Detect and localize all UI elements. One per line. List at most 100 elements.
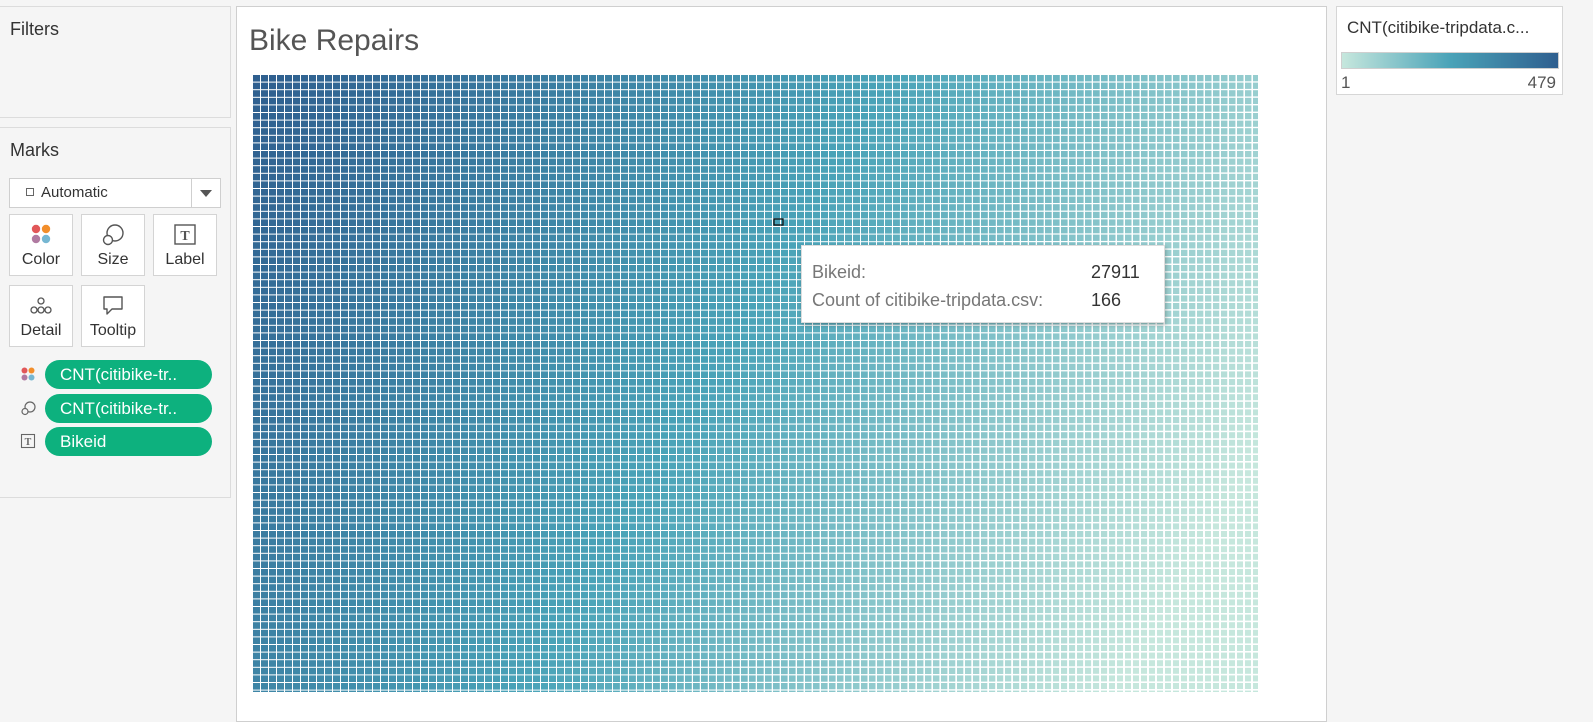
treemap-mark [1005, 333, 1012, 340]
treemap-mark [429, 280, 436, 287]
treemap-mark [1205, 333, 1212, 340]
treemap-mark [1149, 333, 1156, 340]
treemap-mark [1229, 249, 1236, 256]
treemap-mark [549, 151, 556, 158]
treemap-mark [949, 325, 956, 333]
treemap-mark [1213, 303, 1220, 310]
treemap-mark [589, 280, 596, 287]
treemap-mark [725, 82, 732, 90]
treemap-mark [1149, 128, 1156, 135]
treemap-mark [1165, 97, 1172, 105]
treemap-mark [789, 265, 796, 272]
size-field-pill[interactable]: CNT(citibike-tr.. [45, 394, 212, 423]
treemap-mark [325, 219, 332, 226]
treemap-mark [525, 128, 532, 135]
treemap-mark [429, 211, 436, 219]
treemap-mark [533, 348, 540, 356]
treemap-mark [461, 325, 468, 333]
treemap-mark [429, 105, 436, 112]
treemap-mark [517, 257, 524, 264]
treemap-mark [1053, 363, 1060, 371]
treemap-mark [805, 356, 812, 363]
treemap-mark [541, 249, 548, 257]
treemap-mark [1149, 97, 1156, 105]
treemap-mark [1109, 341, 1116, 348]
treemap-mark [621, 158, 628, 166]
treemap-mark [893, 113, 900, 120]
treemap-mark [413, 173, 420, 181]
treemap-mark [1173, 234, 1180, 241]
mark-type-label: Automatic [41, 184, 108, 201]
treemap-mark [965, 356, 972, 363]
label-field-pill[interactable]: Bikeid [45, 427, 212, 456]
treemap-mark [629, 318, 636, 325]
detail-button[interactable]: Detail [9, 285, 73, 347]
treemap-mark [1069, 128, 1076, 135]
treemap-mark [941, 158, 948, 166]
treemap-mark [373, 295, 380, 302]
treemap-mark [693, 227, 700, 234]
treemap-mark [741, 204, 748, 211]
treemap-mark [477, 234, 484, 242]
treemap-mark [789, 97, 796, 105]
treemap-mark [605, 242, 612, 249]
treemap-mark [781, 120, 788, 128]
treemap-mark [789, 363, 796, 371]
treemap-mark [901, 356, 908, 363]
treemap-mark [573, 318, 580, 325]
treemap-mark [941, 90, 948, 97]
color-field-pill[interactable]: CNT(citibike-tr.. [45, 360, 212, 389]
treemap-mark [925, 158, 932, 166]
treemap-mark [381, 227, 388, 234]
treemap-mark [981, 189, 988, 196]
mark-type-dropdown[interactable]: Automatic [9, 178, 221, 208]
treemap-mark [733, 75, 740, 82]
treemap-mark [1045, 158, 1052, 165]
treemap-mark [629, 97, 636, 105]
treemap-mark [1069, 158, 1076, 165]
treemap-mark [557, 196, 564, 204]
chevron-down-icon[interactable] [191, 179, 220, 207]
tooltip-button[interactable]: Tooltip [81, 285, 145, 347]
treemap-mark [685, 158, 692, 166]
treemap-mark [1005, 204, 1012, 211]
treemap-mark [533, 295, 540, 302]
treemap-mark [453, 333, 460, 340]
treemap-mark [573, 128, 580, 135]
treemap-mark [989, 219, 996, 226]
treemap-mark [421, 371, 428, 378]
treemap-mark [701, 204, 708, 211]
size-button[interactable]: Size [81, 214, 145, 276]
treemap-mark [693, 249, 700, 257]
treemap-mark [1101, 227, 1108, 234]
color-button[interactable]: Color [9, 214, 73, 276]
treemap-mark [789, 242, 796, 249]
treemap-mark [357, 265, 364, 272]
treemap-mark [853, 120, 860, 128]
treemap-mark [1053, 128, 1060, 135]
treemap-mark [933, 113, 940, 120]
treemap-mark [1013, 158, 1020, 166]
treemap-marks[interactable] [253, 75, 1258, 692]
treemap-mark [445, 272, 452, 280]
treemap-mark [541, 128, 548, 135]
treemap-mark [557, 189, 564, 196]
treemap-mark [965, 234, 972, 242]
treemap-mark [661, 105, 668, 112]
treemap-mark [757, 265, 764, 272]
treemap-chart[interactable] [253, 75, 1258, 692]
treemap-mark [853, 82, 860, 90]
treemap-mark [661, 310, 668, 318]
treemap-mark [917, 158, 924, 166]
treemap-mark [861, 135, 868, 143]
treemap-mark [357, 242, 364, 249]
treemap-mark [997, 143, 1004, 150]
label-button[interactable]: T Label [153, 214, 217, 276]
treemap-mark [605, 97, 612, 105]
treemap-mark [797, 105, 804, 112]
treemap-mark [685, 204, 692, 211]
treemap-mark [1133, 196, 1140, 203]
treemap-mark [389, 356, 396, 363]
treemap-mark [605, 181, 612, 188]
treemap-mark [421, 227, 428, 234]
